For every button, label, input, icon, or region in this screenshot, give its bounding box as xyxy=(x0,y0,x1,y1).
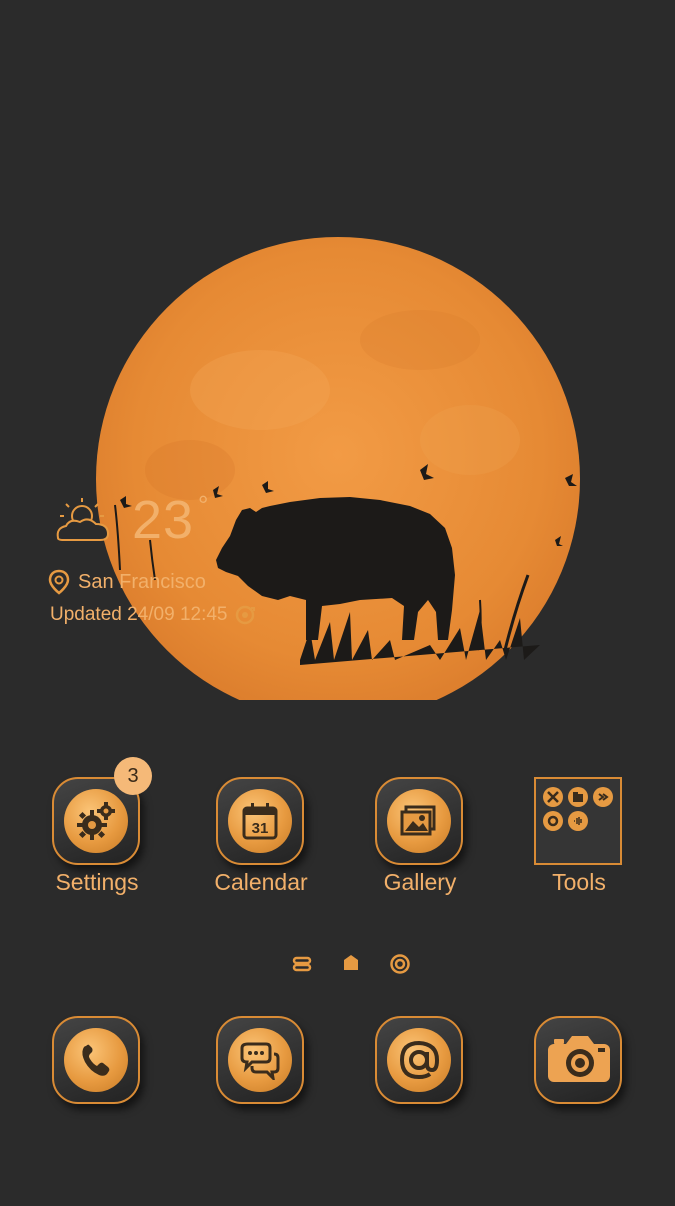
calendar-tile[interactable]: 31 xyxy=(216,777,304,865)
app-label-gallery: Gallery xyxy=(383,869,457,895)
page-dot-home xyxy=(344,955,358,970)
location-pin-icon xyxy=(48,569,70,595)
gears-icon xyxy=(77,802,115,840)
updated-label: Updated 24/09 12:45 xyxy=(50,604,228,625)
mini-app-icon xyxy=(568,811,588,831)
dock-messages[interactable] xyxy=(216,1016,304,1104)
email-icon xyxy=(399,1040,440,1080)
gallery-tile[interactable] xyxy=(375,777,463,865)
app-label-tools: Tools xyxy=(552,869,606,895)
degree-symbol: ° xyxy=(198,490,209,520)
calendar-icon: 31 xyxy=(242,803,278,840)
camera-icon xyxy=(548,1036,610,1082)
app-settings[interactable]: 3 Settings xyxy=(22,757,172,917)
email-tile[interactable] xyxy=(375,1016,463,1104)
messages-tile[interactable] xyxy=(216,1016,304,1104)
temperature: 23 xyxy=(132,490,195,550)
image-icon xyxy=(400,805,436,836)
phone-tile[interactable] xyxy=(52,1016,140,1104)
partly-sunny-icon xyxy=(56,498,110,541)
mini-app-icon xyxy=(593,787,613,807)
update-status: Updated 24/09 12:45 xyxy=(50,602,256,628)
phone-icon xyxy=(82,1044,110,1076)
location-label: San Francisco xyxy=(78,570,206,593)
page-indicator[interactable] xyxy=(290,950,420,978)
calendar-day: 31 xyxy=(252,820,269,837)
notification-badge: 3 xyxy=(114,757,152,795)
location: San Francisco xyxy=(48,568,206,596)
page-dot-list xyxy=(292,956,312,972)
mini-app-icon xyxy=(568,787,588,807)
dock-email[interactable] xyxy=(375,1016,463,1104)
app-calendar[interactable]: 31 Calendar xyxy=(186,777,336,917)
dock-camera[interactable] xyxy=(534,1016,622,1104)
app-label-calendar: Calendar xyxy=(214,869,308,895)
page-dot-current xyxy=(390,954,410,974)
weather-widget[interactable]: 23 ° San Francisco Updated 24/09 12:45 xyxy=(48,488,308,638)
app-gallery[interactable]: Gallery xyxy=(345,777,495,917)
messages-icon xyxy=(240,1042,280,1080)
mini-app-icon xyxy=(543,787,563,807)
refresh-icon[interactable] xyxy=(234,604,256,626)
app-label-settings: Settings xyxy=(55,869,139,895)
dock-phone[interactable] xyxy=(52,1016,140,1104)
tools-folder[interactable] xyxy=(534,777,622,865)
camera-tile[interactable] xyxy=(534,1016,622,1104)
mini-app-icon xyxy=(543,811,563,831)
